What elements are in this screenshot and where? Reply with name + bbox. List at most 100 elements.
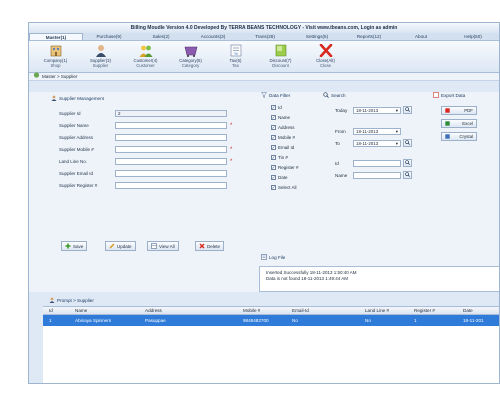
discount-button[interactable]: Discount(7) Discount (258, 41, 303, 72)
supplier-icon (92, 43, 109, 58)
filter-item-select-all[interactable]: ✓ Select All (271, 185, 297, 190)
close-sub: Close (320, 63, 331, 68)
company-icon (47, 43, 64, 58)
from-date-picker[interactable]: 18-11-2013 ▾ (353, 128, 401, 135)
column-header-name[interactable]: Name (75, 307, 87, 315)
table-row[interactable]: 1 Abinaya Spinners Pasuppae 9848482700 N… (43, 315, 499, 326)
checkbox-checked[interactable]: ✓ (271, 115, 276, 120)
checkbox-checked[interactable]: ✓ (271, 155, 276, 160)
export-title: Export Data (433, 92, 465, 99)
supplier-name-field[interactable] (115, 122, 227, 129)
tab-purchase[interactable]: Purchase(9) (83, 33, 135, 40)
export-excel-button[interactable]: Excel (441, 119, 477, 128)
view-all-button[interactable]: View All (147, 241, 179, 251)
search-row-today: Today 18-11-2013 ▾ (335, 106, 412, 114)
filter-item-tin[interactable]: ✓ Tin # (271, 155, 288, 160)
field-row-supplier-register: Supplier Register # (59, 182, 227, 189)
checkbox-checked[interactable]: ✓ (271, 135, 276, 140)
company-button[interactable]: Company(1) Shop (33, 41, 78, 72)
filter-item-label: Tin # (278, 155, 288, 160)
name-label: Name (335, 172, 348, 178)
data-filter-label: Data Filter (269, 93, 291, 98)
name-search-input[interactable] (353, 171, 401, 179)
range-search-button[interactable] (403, 139, 412, 147)
ribbon-toolbar: Company(1) Shop Supplier(3) Supplier Cus… (29, 41, 499, 73)
export-pdf-button[interactable]: PDF (441, 106, 477, 115)
crystal-label: Crystal (459, 134, 473, 139)
tab-settings[interactable]: Settings(5) (291, 33, 343, 40)
tax-button[interactable]: % Tax(6) Tax (213, 41, 258, 72)
id-search-button[interactable] (403, 159, 412, 167)
column-header-register[interactable]: Register # (414, 307, 435, 315)
category-icon (182, 43, 199, 58)
checkbox-checked[interactable]: ✓ (271, 125, 276, 130)
delete-label: Delete (207, 243, 221, 249)
land-line-field[interactable] (115, 158, 227, 165)
tab-master[interactable]: Master(1) (29, 33, 83, 40)
required-marker: * (230, 158, 233, 165)
title-bar: Billing Moudle Version 4.0 Developed By … (29, 23, 499, 33)
supplier-register-field[interactable] (115, 182, 227, 189)
tab-about[interactable]: About (395, 33, 447, 40)
add-icon (65, 243, 71, 250)
close-button[interactable]: Close(Alt) Close (303, 41, 348, 72)
supplier-button[interactable]: Supplier(3) Supplier (78, 41, 123, 72)
required-marker: * (230, 122, 233, 129)
id-search-input[interactable] (353, 159, 401, 167)
tax-sub: Tax (232, 63, 239, 68)
column-header-landline[interactable]: Land Line # (365, 307, 389, 315)
column-header-address[interactable]: Address (145, 307, 162, 315)
today-search-button[interactable] (403, 106, 412, 114)
today-label: Today (335, 107, 348, 113)
tab-sales[interactable]: Sales(2) (135, 33, 187, 40)
tab-reports[interactable]: Reports(12) (343, 33, 395, 40)
delete-button[interactable]: Delete (195, 241, 225, 251)
name-search-button[interactable] (403, 171, 412, 179)
tax-icon: % (227, 43, 244, 58)
update-button[interactable]: Update (105, 241, 136, 251)
from-label: From (335, 129, 346, 134)
filter-item-register[interactable]: ✓ Register # (271, 165, 299, 170)
checkbox-checked[interactable]: ✓ (271, 145, 276, 150)
prompt-icon (49, 297, 55, 306)
column-header-email[interactable]: Email-Id (292, 307, 309, 315)
checkbox-checked[interactable]: ✓ (271, 105, 276, 110)
checkbox-checked[interactable]: ✓ (271, 185, 276, 190)
field-row-supplier-address: Supplier Address (59, 134, 227, 141)
supplier-email-label: Supplier Email Id (59, 171, 94, 176)
cell-id: 1 (49, 318, 52, 323)
filter-item-id[interactable]: ✓ Id (271, 105, 282, 110)
filter-item-address[interactable]: ✓ Address (271, 125, 295, 130)
tab-accounts[interactable]: Accounts(3) (187, 33, 239, 40)
required-marker: * (230, 146, 233, 153)
supplier-management-label: Supplier Management (59, 96, 104, 101)
column-header-id[interactable]: Id (49, 307, 53, 315)
supplier-email-field[interactable] (115, 170, 227, 177)
supplier-mobile-field[interactable] (115, 146, 227, 153)
view-all-label: View All (159, 243, 175, 249)
checkbox-checked[interactable]: ✓ (271, 175, 276, 180)
supplier-grid: Id Name Address Mobile # Email-Id Land L… (43, 306, 499, 383)
customer-button[interactable]: Customer(4) Customer (123, 41, 168, 72)
filter-item-date[interactable]: ✓ Date (271, 175, 288, 180)
tab-trans[interactable]: Trans(28) (239, 33, 291, 40)
field-row-supplier-email: Supplier Email Id (59, 170, 227, 177)
filter-item-name[interactable]: ✓ Name (271, 115, 290, 120)
save-button[interactable]: Save (61, 241, 88, 251)
filter-item-mobile[interactable]: ✓ Mobile # (271, 135, 295, 140)
to-date-picker[interactable]: 18-11-2013 ▾ (353, 139, 401, 147)
supplier-address-field[interactable] (115, 134, 227, 141)
checkbox-checked[interactable]: ✓ (271, 165, 276, 170)
tab-help[interactable]: Help(50) (447, 33, 499, 40)
supplier-id-field[interactable]: 2 (115, 110, 227, 117)
filter-item-email[interactable]: ✓ Email Id (271, 145, 294, 150)
category-button[interactable]: Category(5) Category (168, 41, 213, 72)
export-crystal-button[interactable]: Crystal (441, 132, 477, 141)
column-header-date[interactable]: Date (463, 307, 473, 315)
today-date-picker[interactable]: 18-11-2013 ▾ (353, 106, 401, 114)
svg-text:%: % (234, 51, 238, 56)
prompt-bar: Prompt > Supplier (29, 297, 499, 306)
log-file-box: Inserted Successfully 18-11-2013 1:50:40… (259, 266, 499, 292)
column-header-mobile[interactable]: Mobile # (243, 307, 260, 315)
log-line: Data is not found 18-11-2013 1:49:44 AM (266, 275, 348, 281)
